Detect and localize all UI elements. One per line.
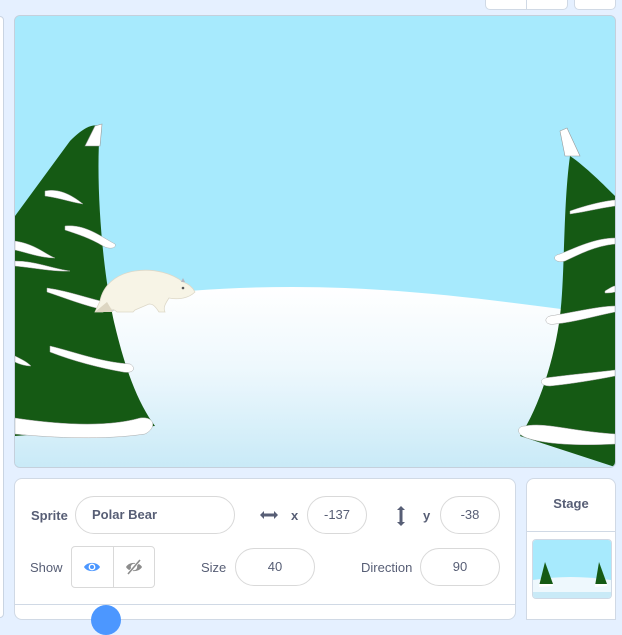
vertical-arrows-icon <box>395 505 407 527</box>
size-label: Size <box>201 560 227 575</box>
direction-label: Direction <box>361 560 413 575</box>
stage-selector-panel[interactable]: Stage <box>526 478 616 620</box>
sprite-label: Sprite <box>31 508 68 523</box>
fullscreen-group <box>574 0 616 10</box>
small-stage-button[interactable] <box>486 0 527 9</box>
sprite-info-panel: Sprite Polar Bear x -137 y -38 Show Size… <box>14 478 516 635</box>
direction-input[interactable]: 90 <box>420 548 500 586</box>
show-label: Show <box>30 560 63 575</box>
stage-panel-title: Stage <box>527 479 615 532</box>
y-label: y <box>423 508 431 523</box>
stage-size-controls <box>485 0 616 10</box>
stage-scene <box>15 16 615 467</box>
show-toggle-group <box>71 546 155 588</box>
x-position-input[interactable]: -137 <box>307 496 367 534</box>
fullscreen-button[interactable] <box>575 0 615 9</box>
size-input[interactable]: 40 <box>235 548 315 586</box>
backdrop-thumbnail-image <box>533 540 611 598</box>
normal-stage-button[interactable] <box>527 0 567 9</box>
x-label: x <box>291 508 299 523</box>
panel-divider <box>15 604 515 605</box>
sprite-name-input[interactable]: Polar Bear <box>75 496 235 534</box>
eye-icon <box>83 560 101 574</box>
eye-slash-icon <box>125 559 143 575</box>
left-panel-edge <box>0 16 4 618</box>
stage-canvas[interactable] <box>14 15 616 468</box>
y-position-input[interactable]: -38 <box>440 496 500 534</box>
stage-size-toggle-group <box>485 0 568 10</box>
stage-backdrop-thumbnail[interactable] <box>532 539 612 599</box>
sprite-thumbnail-indicator[interactable] <box>91 605 121 635</box>
show-hidden-button[interactable] <box>114 547 155 587</box>
horizontal-arrows-icon <box>259 509 279 521</box>
show-visible-button[interactable] <box>72 547 114 587</box>
